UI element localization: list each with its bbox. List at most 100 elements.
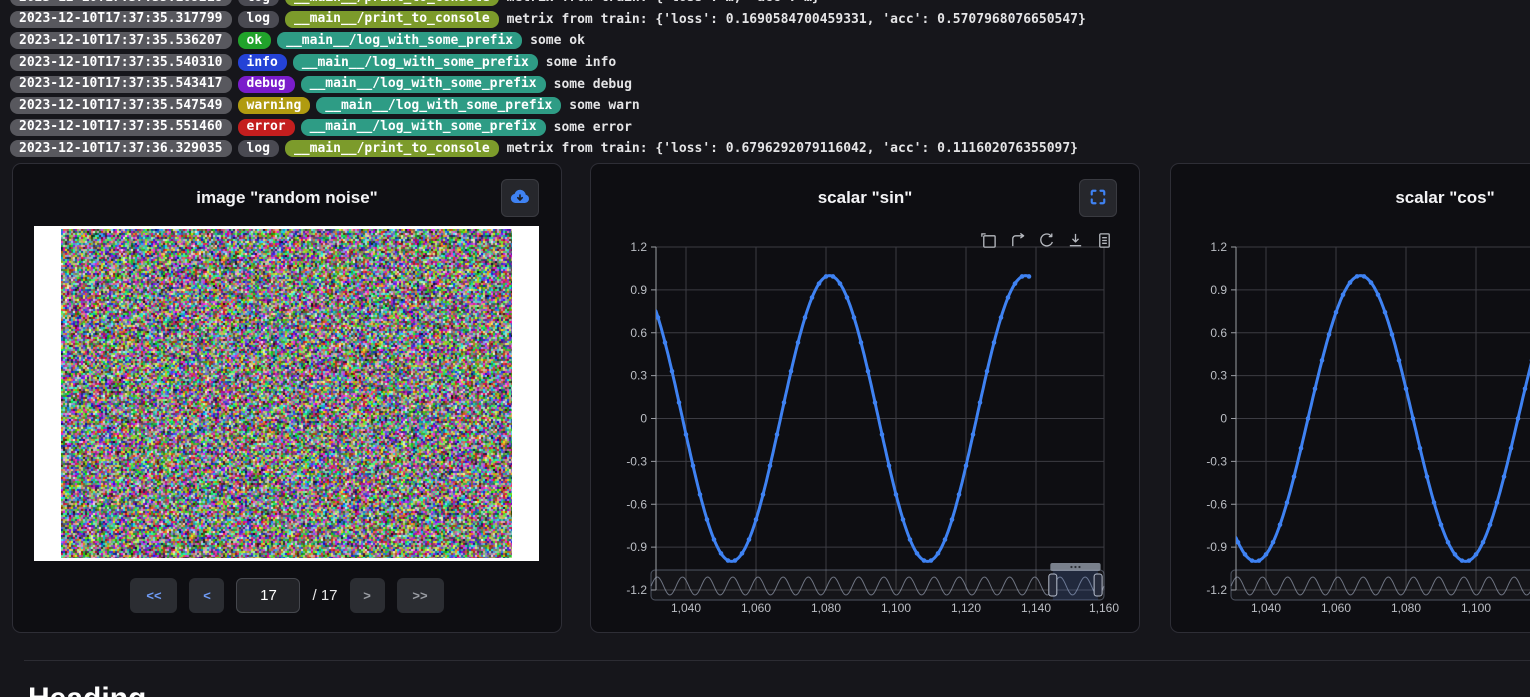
level-chip: log — [238, 140, 279, 157]
datazoom-slider[interactable] — [1231, 563, 1530, 600]
timestamp-chip: 2023-12-10T17:37:35.536207 — [10, 32, 232, 49]
timestamp-chip: 2023-12-10T17:37:35.540310 — [10, 54, 232, 71]
cos-chart-card: 1.20.90.60.30-0.3-0.6-0.9-1.21,0401,0601… — [1170, 163, 1530, 633]
data-point — [1313, 386, 1318, 391]
page-input[interactable] — [236, 578, 300, 613]
last-page-button[interactable]: >> — [397, 578, 444, 613]
data-point — [971, 432, 976, 437]
image-card: image "random noise" << < / 17 > >> — [12, 163, 562, 633]
markdown-heading: Heading — [28, 682, 146, 697]
data-point — [656, 315, 661, 320]
data-point — [1348, 280, 1353, 285]
svg-text:0: 0 — [640, 412, 647, 426]
svg-text:-1.2: -1.2 — [626, 583, 647, 597]
data-point — [1460, 558, 1465, 563]
restore-icon[interactable] — [1038, 232, 1055, 249]
level-chip: error — [238, 119, 295, 136]
save-image-icon[interactable] — [1067, 232, 1084, 249]
data-point — [1006, 295, 1011, 300]
svg-text:1,040: 1,040 — [671, 601, 701, 615]
page: 2023-12-10T17:37:35.109218log__main__/pr… — [0, 0, 1530, 697]
data-point — [733, 558, 738, 563]
data-point — [852, 315, 857, 320]
data-point — [1278, 522, 1283, 527]
log-console: 2023-12-10T17:37:35.109218log__main__/pr… — [0, 0, 1530, 160]
svg-text:-0.6: -0.6 — [626, 497, 647, 511]
svg-text:1,160: 1,160 — [1089, 601, 1119, 615]
image-frame — [34, 226, 539, 561]
data-point — [1502, 474, 1507, 479]
data-point — [677, 400, 682, 405]
svg-text:-0.6: -0.6 — [1206, 497, 1227, 511]
zoom-select-icon[interactable] — [980, 232, 997, 249]
datazoom-handle-left[interactable] — [1049, 574, 1057, 596]
data-point — [1495, 500, 1500, 505]
data-view-icon[interactable] — [1096, 232, 1113, 249]
data-point — [964, 463, 969, 468]
data-point — [1362, 274, 1367, 279]
data-point — [1509, 446, 1514, 451]
cos-chart: 1.20.90.60.30-0.3-0.6-0.9-1.21,0401,0601… — [1171, 164, 1530, 634]
data-point — [908, 537, 913, 542]
datazoom-handle-right[interactable] — [1094, 574, 1102, 596]
data-point — [985, 369, 990, 374]
data-point — [894, 492, 899, 497]
data-point — [1320, 358, 1325, 363]
data-point — [782, 400, 787, 405]
data-point — [663, 340, 668, 345]
datazoom-window[interactable] — [1053, 570, 1098, 600]
log-message: metrix from train: {'loss': 0.6796292079… — [507, 141, 1078, 156]
data-point — [1383, 310, 1388, 315]
svg-text:-0.9: -0.9 — [1206, 540, 1227, 554]
fullscreen-button[interactable] — [1079, 179, 1117, 217]
data-point — [901, 517, 906, 522]
data-point — [691, 463, 696, 468]
data-point — [1250, 558, 1255, 563]
data-point — [712, 537, 717, 542]
data-point — [1013, 281, 1018, 286]
data-point — [670, 369, 675, 374]
fullscreen-icon — [1088, 187, 1108, 210]
next-page-button[interactable]: > — [350, 578, 385, 613]
data-point — [1411, 416, 1416, 421]
data-point — [838, 281, 843, 286]
log-row: 2023-12-10T17:37:36.329035log__main__/pr… — [0, 138, 1530, 160]
svg-text:0.9: 0.9 — [630, 283, 647, 297]
download-image-button[interactable] — [501, 179, 539, 217]
module-chip: __main__/print_to_console — [285, 140, 499, 157]
module-chip: __main__/log_with_some_prefix — [277, 32, 522, 49]
grip-dot — [1070, 566, 1072, 568]
svg-text:0: 0 — [1220, 412, 1227, 426]
module-chip: __main__/log_with_some_prefix — [316, 97, 561, 114]
datazoom-track[interactable] — [1231, 570, 1530, 600]
data-point — [726, 558, 731, 563]
log-message: some info — [546, 55, 616, 70]
svg-text:1,080: 1,080 — [811, 601, 841, 615]
data-point — [1425, 474, 1430, 479]
log-message: metrix from train: {'loss': …, 'acc': …} — [507, 0, 820, 5]
data-point — [1481, 540, 1486, 545]
log-row: 2023-12-10T17:37:35.540310info__main__/l… — [0, 52, 1530, 74]
data-point — [1306, 416, 1311, 421]
first-page-button[interactable]: << — [130, 578, 177, 613]
data-point — [866, 369, 871, 374]
data-point — [1390, 332, 1395, 337]
prev-page-button[interactable]: < — [189, 578, 224, 613]
data-point — [887, 463, 892, 468]
svg-text:1.2: 1.2 — [1210, 240, 1227, 254]
log-message: some error — [554, 120, 632, 135]
data-point — [1243, 552, 1248, 557]
data-point — [1474, 552, 1479, 557]
svg-text:-0.3: -0.3 — [626, 454, 647, 468]
data-point — [1236, 540, 1241, 545]
x-axis-labels: 1,0401,0601,0801,1001,1201,1401,160 — [671, 601, 1119, 615]
data-point — [1523, 386, 1528, 391]
svg-text:1,100: 1,100 — [1461, 601, 1491, 615]
log-row: 2023-12-10T17:37:35.536207ok__main__/log… — [0, 30, 1530, 52]
level-chip: log — [238, 11, 279, 28]
zoom-reset-icon[interactable] — [1009, 232, 1026, 249]
data-point — [1264, 552, 1269, 557]
data-point — [719, 551, 724, 556]
data-point — [1327, 332, 1332, 337]
timestamp-chip: 2023-12-10T17:37:35.543417 — [10, 76, 232, 93]
